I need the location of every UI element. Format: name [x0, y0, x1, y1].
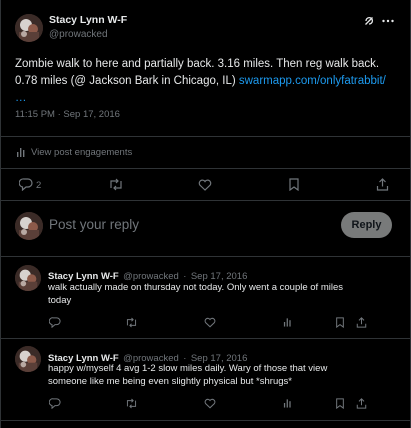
- my-avatar[interactable]: [15, 212, 43, 240]
- like-icon[interactable]: [204, 317, 216, 328]
- grok-icon[interactable]: [363, 15, 375, 27]
- more-icon[interactable]: [381, 15, 395, 27]
- stats-icon[interactable]: [283, 317, 293, 327]
- like-icon[interactable]: [204, 398, 216, 409]
- bookmark-icon[interactable]: [335, 317, 345, 328]
- bookmark-icon[interactable]: [335, 398, 345, 409]
- reply-input[interactable]: Post your reply: [49, 217, 139, 232]
- share-icon[interactable]: [356, 398, 367, 409]
- view-engagements-link[interactable]: View post engagements: [31, 147, 132, 158]
- post-link-ellipsis[interactable]: …: [15, 92, 27, 104]
- stats-icon: [16, 147, 27, 157]
- reply-count[interactable]: 2: [36, 180, 41, 191]
- reply-text: happy w/myself 4 avg 1-2 slow miles dail…: [48, 363, 328, 387]
- reply-avatar[interactable]: [15, 346, 41, 372]
- post-link[interactable]: swarmapp.com/onlyfatrabbit/: [239, 75, 386, 87]
- divider: [1, 338, 410, 339]
- reply-icon[interactable]: [49, 317, 61, 328]
- share-icon[interactable]: [356, 317, 367, 328]
- stats-icon[interactable]: [283, 398, 293, 408]
- post-thread: Stacy Lynn W-F @prowacked Zombie walk to…: [0, 0, 411, 428]
- bookmark-icon[interactable]: [288, 178, 300, 191]
- divider: [1, 136, 410, 137]
- share-icon[interactable]: [376, 178, 389, 191]
- divider: [1, 200, 410, 201]
- reply-avatar[interactable]: [15, 265, 41, 291]
- repost-icon[interactable]: [125, 398, 138, 409]
- author-avatar[interactable]: [15, 14, 43, 42]
- post-text: Zombie walk to here and partially back. …: [15, 56, 399, 107]
- divider: [1, 420, 410, 421]
- reply-icon[interactable]: [19, 178, 33, 191]
- author-handle[interactable]: @prowacked: [49, 29, 108, 40]
- divider: [1, 256, 410, 257]
- reply-icon[interactable]: [49, 398, 61, 409]
- reply-button[interactable]: Reply: [341, 212, 392, 238]
- like-icon[interactable]: [198, 179, 212, 191]
- post-timestamp[interactable]: 11:15 PM · Sep 17, 2016: [15, 109, 120, 120]
- divider: [1, 168, 410, 169]
- repost-icon[interactable]: [125, 317, 138, 328]
- reply-text: walk actually made on thursday not today…: [48, 282, 344, 306]
- repost-icon[interactable]: [108, 178, 124, 191]
- author-name[interactable]: Stacy Lynn W-F: [49, 14, 127, 26]
